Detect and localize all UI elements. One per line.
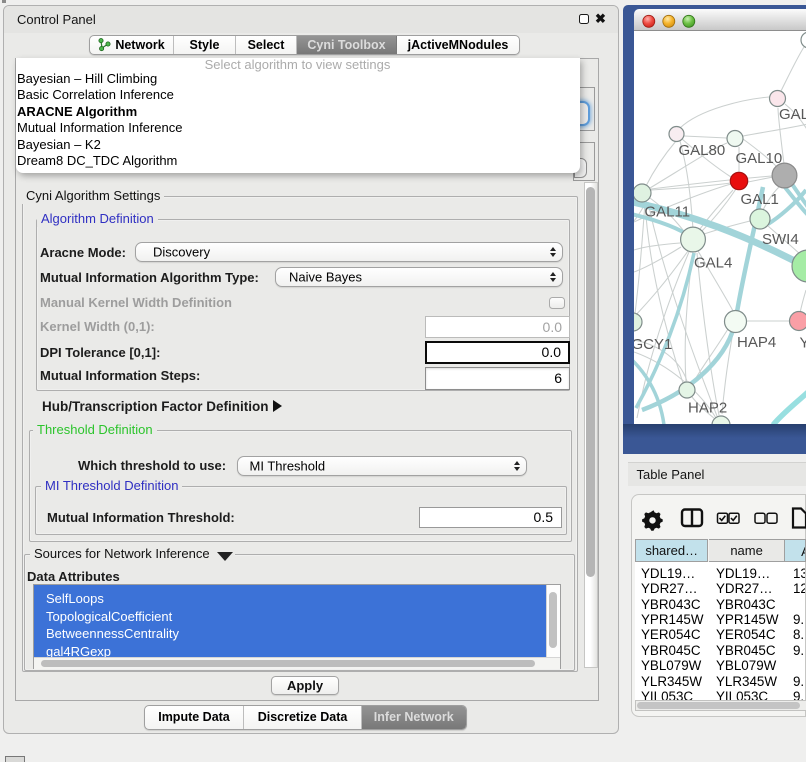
svg-text:GAL: GAL (779, 106, 806, 123)
svg-text:GCY1: GCY1 (634, 336, 672, 353)
svg-text:GAL10: GAL10 (736, 150, 783, 167)
svg-text:HAP2: HAP2 (688, 400, 727, 417)
svg-text:SWI4: SWI4 (762, 231, 799, 248)
svg-text:GAL1: GAL1 (741, 191, 779, 208)
svg-text:GAL11: GAL11 (645, 204, 691, 221)
svg-text:HAP4: HAP4 (737, 334, 776, 351)
svg-text:GAL4: GAL4 (694, 255, 732, 272)
svg-text:Y: Y (800, 335, 806, 352)
svg-text:GAL80: GAL80 (679, 142, 726, 159)
